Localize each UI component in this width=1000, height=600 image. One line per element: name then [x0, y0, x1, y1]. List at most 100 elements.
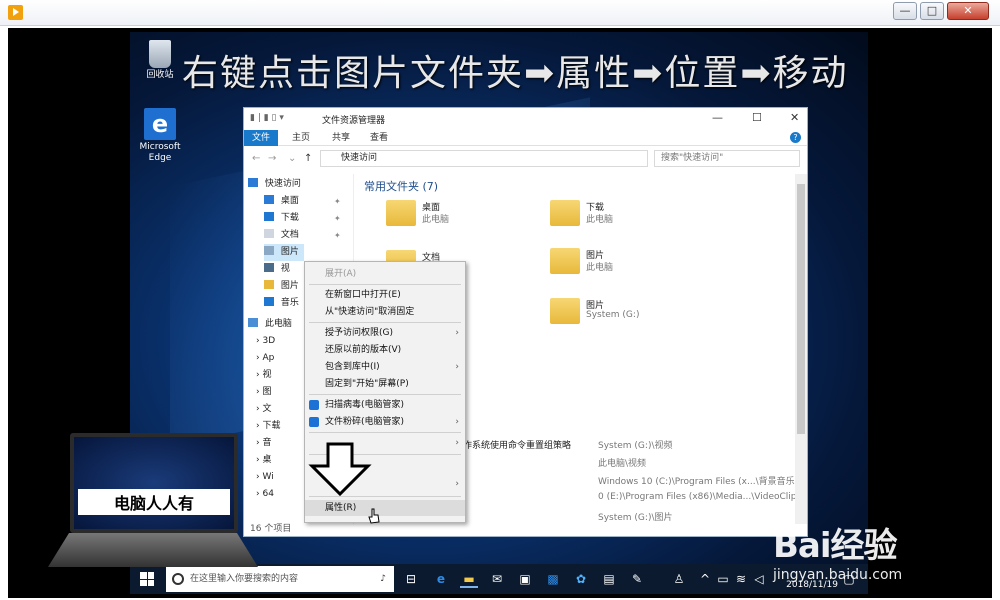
menu-item-unpin-quick-access[interactable]: 从"快速访问"取消固定	[305, 304, 465, 320]
wifi-icon[interactable]: ≋	[732, 570, 750, 588]
app-icon[interactable]: ✿	[572, 570, 590, 588]
player-close-button[interactable]: ✕	[947, 2, 989, 20]
nav-this-pc[interactable]: 此电脑	[248, 316, 292, 333]
nav-quick-access[interactable]: 快速访问	[248, 176, 301, 193]
pin-icon: ✦	[334, 231, 341, 240]
edge-taskbar-icon[interactable]: e	[432, 570, 450, 588]
nav-pc-item[interactable]: › Wi	[256, 469, 274, 486]
frequent-folders-header[interactable]: 常用文件夹 (7)	[364, 178, 438, 194]
scrollbar-thumb[interactable]	[797, 184, 805, 434]
explorer-maximize-button[interactable]: ☐	[752, 111, 762, 124]
menu-item-file-shredder[interactable]: 文件粉碎(电脑管家) ›	[305, 414, 465, 430]
nav-pc-item[interactable]: › 桌	[256, 452, 271, 469]
photos-icon[interactable]: ▩	[544, 570, 562, 588]
edge-label: Microsoft Edge	[139, 142, 181, 163]
nav-pc-item[interactable]: › 视	[256, 367, 271, 384]
menu-item-give-access[interactable]: 授予访问权限(G) ›	[305, 325, 465, 341]
menu-item-pin-to-start[interactable]: 固定到"开始"屏幕(P)	[305, 376, 465, 392]
shield-icon	[309, 400, 319, 410]
folder-tile[interactable]: 图片 此电脑	[550, 248, 710, 288]
shield-icon	[309, 417, 319, 427]
nav-pc-item[interactable]: › Ap	[256, 350, 274, 367]
nav-item-label: 文档	[280, 230, 299, 240]
submenu-arrow-icon: ›	[455, 438, 459, 448]
help-icon[interactable]: ?	[790, 132, 801, 143]
nav-pc-item[interactable]: › 音	[256, 435, 271, 452]
menu-item-scan-virus[interactable]: 扫描病毒(电脑管家)	[305, 397, 465, 413]
nav-pc-item-label: 下载	[262, 421, 281, 431]
nav-pc-item[interactable]: › 文	[256, 401, 271, 418]
edge-desktop-icon[interactable]: e Microsoft Edge	[130, 108, 190, 164]
nav-item-pictures-2[interactable]: 图片	[264, 278, 304, 295]
nav-item-label: 音乐	[280, 298, 299, 308]
player-maximize-button[interactable]: □	[920, 2, 944, 20]
baidu-watermark: Bai经验 jingyan.baidu.com	[773, 518, 902, 583]
tab-view[interactable]: 查看	[362, 130, 396, 146]
file-explorer-taskbar-icon[interactable]: ▬	[460, 570, 478, 588]
address-path: 快速访问	[341, 153, 378, 163]
menu-item-label: 授予访问权限(G)	[325, 328, 393, 338]
ribbon-tabs: 文件 主页 共享 查看 ?	[244, 130, 807, 146]
taskbar-search-placeholder: 在这里输入你要搜索的内容	[190, 574, 299, 584]
explorer-close-button[interactable]: ✕	[790, 111, 799, 124]
folder-icon	[550, 200, 580, 226]
back-arrow-icon[interactable]: ←	[252, 153, 260, 164]
microphone-icon[interactable]: ♪	[380, 566, 386, 592]
nav-pc-item-label: Wi	[262, 472, 274, 482]
quick-access-toolbar[interactable]: ▮ | ▮ ▯ ▾	[250, 113, 284, 123]
menu-separator	[309, 284, 461, 285]
folder-tile[interactable]: 桌面 此电脑	[386, 200, 546, 240]
nav-pc-item-label: 视	[262, 370, 272, 380]
desktop-icon	[264, 195, 274, 204]
menu-item-restore-versions[interactable]: 还原以前的版本(V)	[305, 342, 465, 358]
pin-icon: ✦	[334, 214, 341, 223]
mail-icon[interactable]: ✉	[488, 570, 506, 588]
volume-icon[interactable]: ◁	[750, 570, 768, 588]
menu-item-include-in-library[interactable]: 包含到库中(I) ›	[305, 359, 465, 375]
up-arrow-icon[interactable]: ↑	[304, 153, 312, 164]
nav-pc-item[interactable]: › 3D	[256, 333, 275, 350]
menu-item-label: 文件粉碎(电脑管家)	[325, 417, 405, 427]
folder-tile[interactable]: 图片 System (G:)	[550, 298, 710, 338]
tab-home[interactable]: 主页	[284, 130, 318, 146]
recycle-bin-desktop-icon[interactable]: 回收站	[130, 40, 190, 81]
nav-item-pictures[interactable]: 图片	[264, 244, 304, 261]
search-input[interactable]: 搜索"快速访问"	[654, 150, 800, 167]
nav-pc-item[interactable]: › 下载	[256, 418, 280, 435]
nav-pc-item[interactable]: › 64	[256, 486, 274, 503]
menu-item-properties[interactable]: 属性(R)	[305, 500, 465, 516]
nav-item-videos[interactable]: 视	[264, 261, 304, 278]
recent-file-path: Windows 10 (C:)\Program Files (x...\背景音乐	[598, 477, 795, 487]
player-minimize-button[interactable]: —	[893, 2, 917, 20]
nav-pc-item[interactable]: › 图	[256, 384, 271, 401]
nav-item-music[interactable]: 音乐	[264, 295, 304, 312]
forward-arrow-icon[interactable]: →	[268, 153, 276, 164]
recent-file-name[interactable]: 操作系统使用命令重置组策略	[454, 438, 571, 451]
store-icon[interactable]: ▣	[516, 570, 534, 588]
nav-item-label: 桌面	[280, 196, 299, 206]
paint-icon[interactable]: ✎	[628, 570, 646, 588]
vertical-scrollbar[interactable]	[795, 174, 807, 524]
music-icon	[264, 297, 274, 306]
folder-location: 此电脑	[586, 215, 614, 225]
menu-item-open-new-window[interactable]: 在新窗口中打开(E)	[305, 287, 465, 303]
movies-icon[interactable]: ▤	[600, 570, 618, 588]
task-view-icon[interactable]: ⊟	[402, 570, 420, 588]
tab-file[interactable]: 文件	[244, 130, 279, 146]
baidu-watermark-logo: Bai经验	[773, 526, 898, 566]
folder-location: 此电脑	[422, 215, 450, 225]
people-icon[interactable]: ♙	[670, 570, 688, 588]
address-bar[interactable]: 快速访问	[320, 150, 648, 167]
recent-dropdown-icon[interactable]: ⌄	[288, 153, 296, 164]
menu-item-expand[interactable]: 展开(A)	[305, 266, 465, 282]
folder-tile[interactable]: 下载 此电脑	[550, 200, 710, 240]
windows-start-icon[interactable]	[140, 572, 154, 586]
battery-icon[interactable]: ▭	[714, 570, 732, 588]
explorer-minimize-button[interactable]: —	[712, 111, 723, 124]
nav-pc-item-label: 音	[262, 438, 272, 448]
laptop-keyboard-image	[48, 533, 258, 567]
hand-cursor-icon	[368, 508, 380, 524]
tab-share[interactable]: 共享	[324, 130, 358, 146]
tray-chevron-icon[interactable]: ^	[696, 570, 714, 588]
edge-icon: e	[144, 108, 176, 140]
